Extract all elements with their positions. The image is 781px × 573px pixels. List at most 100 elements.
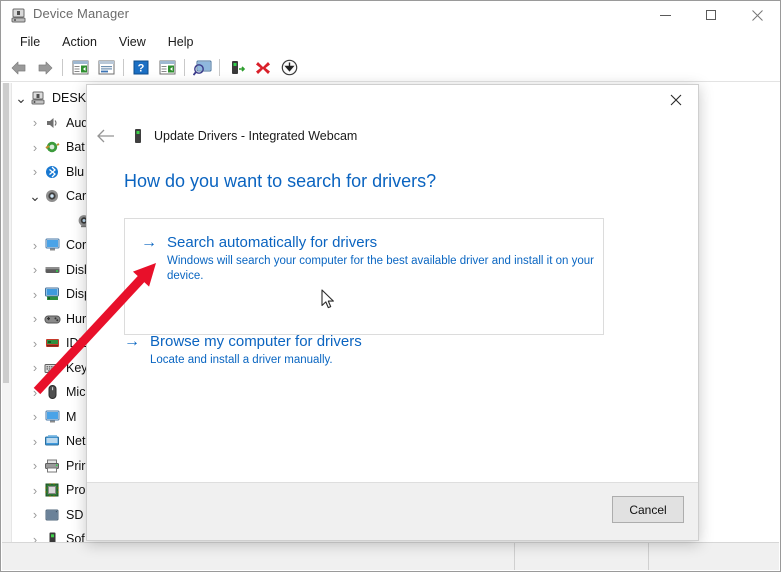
- menu-help[interactable]: Help: [157, 32, 205, 52]
- status-bar: [2, 542, 779, 570]
- option-description: Locate and install a driver manually.: [150, 353, 590, 368]
- browse-my-computer-option[interactable]: → Browse my computer for drivers Locate …: [124, 332, 604, 368]
- menu-view[interactable]: View: [108, 32, 157, 52]
- toolbar-separator: [219, 59, 220, 76]
- chevron-right-icon[interactable]: ›: [27, 385, 43, 400]
- title-bar: Device Manager: [1, 1, 780, 29]
- update-driver-button[interactable]: [154, 56, 180, 80]
- search-automatically-option[interactable]: → Search automatically for drivers Windo…: [124, 218, 604, 335]
- forward-arrow-icon: [36, 60, 54, 76]
- console-tree-icon: [72, 60, 89, 75]
- toolbar-separator: [184, 59, 185, 76]
- chevron-right-icon[interactable]: ›: [27, 262, 43, 277]
- download-button[interactable]: [276, 56, 302, 80]
- chevron-right-icon[interactable]: ›: [27, 434, 43, 449]
- device-manager-window: Device Manager File Action View Help: [0, 0, 781, 572]
- maximize-button[interactable]: [688, 1, 734, 29]
- close-icon: [670, 94, 682, 106]
- chevron-right-icon[interactable]: ›: [27, 238, 43, 253]
- chevron-right-icon[interactable]: ›: [27, 336, 43, 351]
- tree-item-label: Car: [66, 189, 86, 203]
- right-arrow-icon: →: [124, 332, 150, 351]
- mouse-icon: [43, 384, 61, 401]
- chevron-right-icon[interactable]: ›: [27, 140, 43, 155]
- battery-icon: [43, 139, 61, 156]
- disable-device-icon: [229, 60, 246, 76]
- back-arrow-icon: [10, 60, 28, 76]
- menu-action[interactable]: Action: [51, 32, 108, 52]
- window-title: Device Manager: [33, 6, 129, 21]
- properties-button[interactable]: [93, 56, 119, 80]
- dialog-footer: Cancel: [87, 482, 698, 540]
- minimize-button[interactable]: [642, 1, 688, 29]
- tree-scrollbar-thumb[interactable]: [3, 83, 9, 383]
- chevron-down-icon[interactable]: ⌄: [27, 192, 43, 200]
- close-icon: [752, 10, 763, 21]
- chevron-right-icon[interactable]: ›: [27, 115, 43, 130]
- monitor-icon: [43, 237, 61, 254]
- processor-icon: [43, 482, 61, 499]
- disable-device-button[interactable]: [224, 56, 250, 80]
- speaker-icon: [43, 114, 61, 131]
- update-drivers-dialog: Update Drivers - Integrated Webcam How d…: [86, 84, 699, 541]
- computer-icon: [29, 90, 47, 107]
- toolbar-separator: [123, 59, 124, 76]
- tree-item-label: Hur: [66, 312, 86, 326]
- chevron-right-icon[interactable]: ›: [27, 360, 43, 375]
- cancel-button[interactable]: Cancel: [612, 496, 684, 523]
- dialog-title: Update Drivers - Integrated Webcam: [154, 129, 357, 143]
- chevron-right-icon[interactable]: ›: [27, 507, 43, 522]
- gamepad-icon: [43, 310, 61, 327]
- mouse-cursor: [321, 289, 337, 311]
- chevron-right-icon[interactable]: ›: [27, 287, 43, 302]
- tree-item-label: M: [66, 410, 76, 424]
- camera-icon: [43, 188, 61, 205]
- window-controls: [642, 1, 780, 29]
- tree-item-label: Disl: [66, 263, 87, 277]
- close-button[interactable]: [734, 1, 780, 29]
- uninstall-device-button[interactable]: [250, 56, 276, 80]
- tree-item-label: Prir: [66, 459, 85, 473]
- tree-item-label: Mic: [66, 385, 85, 399]
- tree-item-label: Bat: [66, 140, 85, 154]
- scan-hardware-changes-button[interactable]: [189, 56, 215, 80]
- disk-drive-icon: [43, 261, 61, 278]
- dialog-header: Update Drivers - Integrated Webcam: [87, 121, 698, 151]
- tree-item-label: Aud: [66, 116, 88, 130]
- menu-file[interactable]: File: [9, 32, 51, 52]
- update-driver-icon: [159, 60, 176, 75]
- chevron-down-icon[interactable]: ⌄: [13, 94, 29, 102]
- tree-item-label: IDE: [66, 336, 87, 350]
- dialog-back-button[interactable]: [95, 125, 117, 147]
- display-adapter-icon: [43, 286, 61, 303]
- option-title: Browse my computer for drivers: [150, 332, 362, 351]
- properties-icon: [98, 60, 115, 75]
- toolbar-separator: [62, 59, 63, 76]
- back-button[interactable]: [6, 56, 32, 80]
- red-x-icon: [255, 60, 271, 76]
- bluetooth-icon: [43, 163, 61, 180]
- tree-item-label: Blu: [66, 165, 84, 179]
- status-section-main: [2, 543, 515, 570]
- forward-button[interactable]: [32, 56, 58, 80]
- tree-item-label: SD: [66, 508, 83, 522]
- chevron-right-icon[interactable]: ›: [27, 311, 43, 326]
- keyboard-icon: [43, 359, 61, 376]
- maximize-icon: [706, 10, 716, 20]
- chevron-right-icon[interactable]: ›: [27, 409, 43, 424]
- scan-monitor-icon: [193, 60, 212, 76]
- dialog-close-button[interactable]: [653, 85, 698, 115]
- network-adapter-icon: [43, 433, 61, 450]
- dialog-heading: How do you want to search for drivers?: [124, 171, 436, 192]
- sd-host-icon: [43, 506, 61, 523]
- status-section-two: [515, 543, 649, 570]
- help-button[interactable]: ?: [128, 56, 154, 80]
- tree-item-label: Net: [66, 434, 85, 448]
- chevron-right-icon[interactable]: ›: [27, 458, 43, 473]
- show-hide-console-tree-button[interactable]: [67, 56, 93, 80]
- chevron-right-icon[interactable]: ›: [27, 483, 43, 498]
- svg-text:?: ?: [138, 63, 145, 75]
- option-description: Windows will search your computer for th…: [167, 254, 607, 284]
- chevron-right-icon[interactable]: ›: [27, 164, 43, 179]
- minimize-icon: [660, 15, 671, 16]
